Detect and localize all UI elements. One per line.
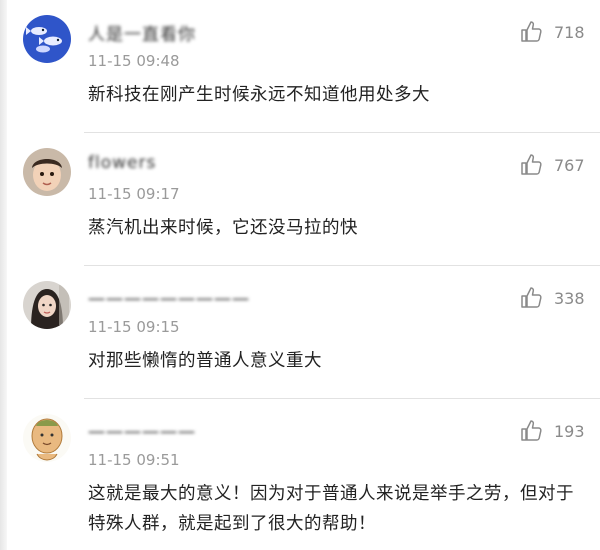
thumbs-up-icon (521, 287, 542, 308)
comment-item: 人是一直看你 11-15 09:48 新科技在刚产生时候永远不知道他用处多大 7… (0, 0, 600, 133)
comment-time: 11-15 09:15 (88, 318, 180, 336)
avatar[interactable] (23, 414, 71, 462)
comment-item: 一一一一一一一一一 11-15 09:15 对那些懒惰的普通人意义重大 338 (0, 266, 600, 399)
comment-time: 11-15 09:48 (88, 52, 180, 70)
avatar[interactable] (23, 281, 71, 329)
like-button[interactable]: 767 (520, 153, 585, 177)
like-count: 193 (554, 421, 585, 441)
like-button[interactable]: 193 (520, 419, 585, 443)
woman-photo-avatar-icon (23, 281, 71, 329)
comment-text: 对那些懒惰的普通人意义重大 (88, 351, 322, 371)
like-button[interactable]: 718 (520, 20, 585, 44)
comment-text: 这就是最大的意义！因为对于普通人来说是举手之劳，但对于特殊人群，就是起到了很大的… (88, 484, 574, 534)
username[interactable]: flowers (88, 153, 156, 173)
comment-time: 11-15 09:51 (88, 451, 180, 469)
thumbs-up-icon (521, 420, 542, 441)
thumbs-up-icon (521, 21, 542, 42)
comment-item: flowers 11-15 09:17 蒸汽机出来时候，它还没马拉的快 767 (0, 133, 600, 266)
username[interactable]: 一一一一一一一一一 (88, 286, 250, 311)
avatar[interactable] (23, 15, 71, 63)
comment-time: 11-15 09:17 (88, 185, 180, 203)
comment-text: 新科技在刚产生时候永远不知道他用处多大 (88, 85, 430, 105)
comment-text: 蒸汽机出来时候，它还没马拉的快 (88, 218, 358, 238)
like-count: 767 (554, 155, 585, 175)
thumbs-up-icon (521, 154, 542, 175)
username[interactable]: 一一一一一一 (88, 419, 196, 444)
cartoon-avatar-icon (23, 414, 71, 462)
child-photo-avatar-icon (23, 148, 71, 196)
comment-item: 一一一一一一 11-15 09:51 这就是最大的意义！因为对于普通人来说是举手… (0, 399, 600, 550)
avatar[interactable] (23, 148, 71, 196)
username[interactable]: 人是一直看你 (88, 20, 196, 45)
blue-fish-avatar-icon (23, 15, 71, 63)
like-button[interactable]: 338 (520, 286, 585, 310)
like-count: 338 (554, 288, 585, 308)
like-count: 718 (554, 22, 585, 42)
